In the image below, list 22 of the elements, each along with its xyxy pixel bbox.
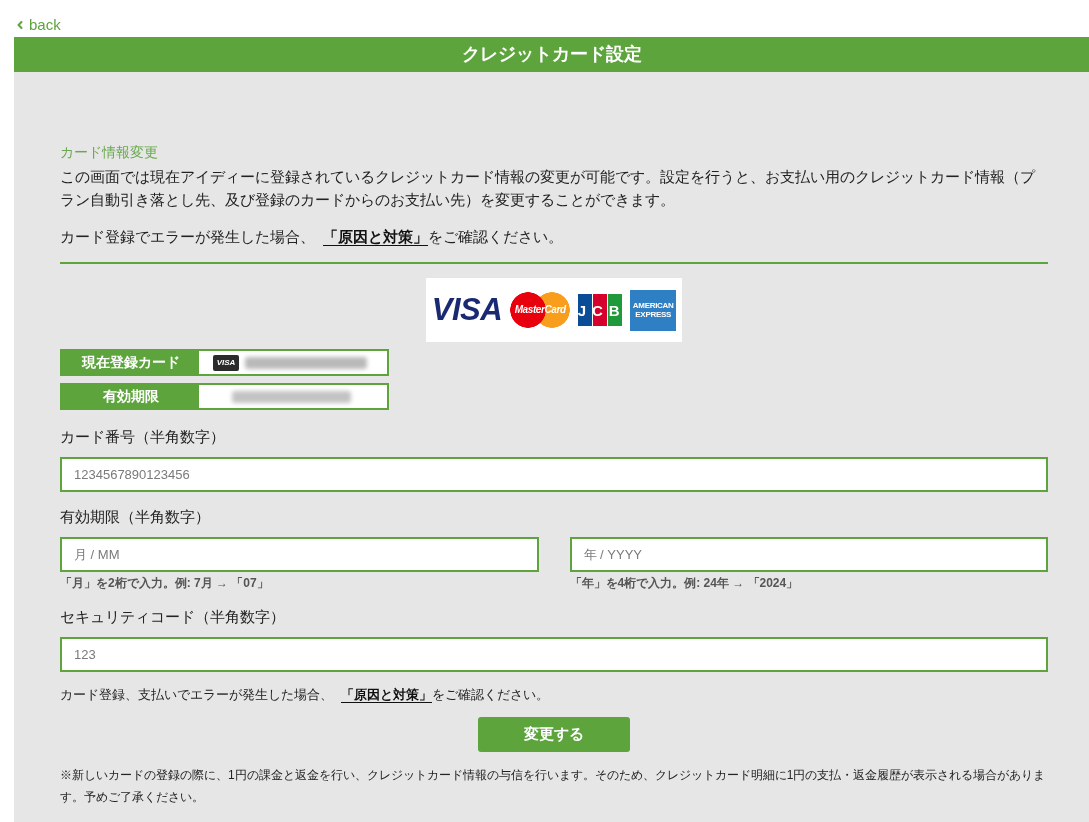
input-hint: 「年」を4桁で入力。例: 24年 → 「2024」 [569,575,800,592]
section-description: この画面では現在アイディーに登録されているクレジットカード情報の変更が可能です。設定を行うと、お支払い用のクレジットカード情報（プラン自動引き落とし先、及び登録のカードからのお支払い先）を変更することができます。 [60,167,1037,210]
field-label: セキュリティコード（半角数字） [60,607,286,627]
input-field[interactable]: 年 / YYYY [569,537,1048,572]
error-help-text: カード登録、支払いでエラーが発生した場合、 「原因と対策」をご確認ください。 [60,686,550,704]
error-help-text: カード登録でエラーが発生した場合、 「原因と対策」をご確認ください。 [60,227,564,247]
card-brand-badge: VISA [213,354,239,371]
field-label: カード番号（半角数字） [60,427,226,447]
page-title: クレジットカード設定 [461,43,642,66]
registered-info-label: 現在登録カード [62,351,199,374]
cause-and-solution-link[interactable]: 「原因と対策」 [315,228,428,245]
field-label: 有効期限（半角数字） [60,507,211,527]
amex-logo: AMERICAN EXPRESS [630,289,677,331]
registered-info-label: 有効期限 [62,385,199,408]
visa-logo: VISA [431,295,503,325]
cause-and-solution-link[interactable]: 「原因と対策」 [333,687,432,702]
input-hint: 「月」を2桁で入力。例: 7月 → 「07」 [60,575,270,592]
input-field[interactable]: 123 [60,637,1048,672]
notice-text: ※新しいカードの登録の際に、1円の課金と返金を行い、クレジットカード情報の与信を行います。そのため、クレジットカード明細に1円の支払・返金履歴が表示される場合があります。予めご了承ください。 [60,767,1047,806]
input-field[interactable]: 1234567890123456 [60,457,1048,492]
input-field[interactable]: 月 / MM [60,537,539,572]
section-heading: カード情報変更 [60,143,159,161]
